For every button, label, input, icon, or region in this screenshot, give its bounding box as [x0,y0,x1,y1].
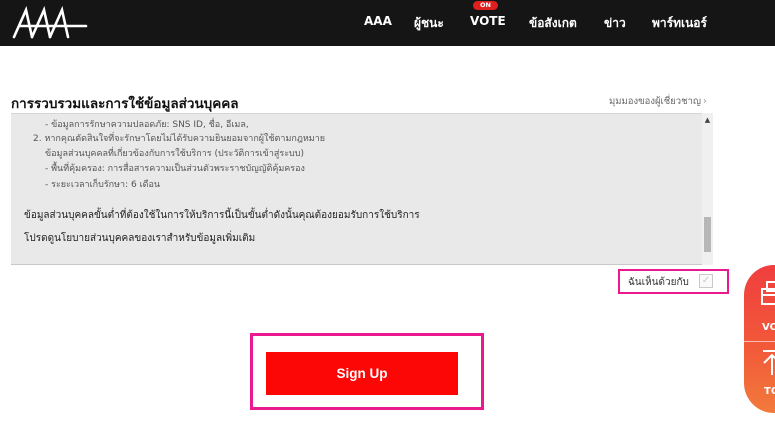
nav-item-vote[interactable]: VOTE [470,14,506,28]
agree-checkbox[interactable]: ✓ [699,274,713,288]
side-top-label: TO [764,386,775,397]
aaa-logo[interactable] [12,4,88,40]
nav-item-notes[interactable]: ข้อสังเกต [529,14,577,33]
sign-up-button[interactable]: Sign Up [266,352,458,395]
side-divider [744,341,775,342]
nav-item-aaa[interactable]: AAA [364,14,392,28]
signup-highlight: Sign Up [250,333,484,410]
side-vote-label: VO [762,322,775,333]
terms-paragraph: โปรดดูนโยบายส่วนบุคคลของเราสำหรับข้อมูลเ… [24,233,256,244]
nav-item-partners[interactable]: พาร์ทเนอร์ [652,14,707,33]
expert-view-label: มุมมองของผู้เชี่ยวชาญ [609,96,702,107]
privacy-terms-box[interactable]: - ข้อมูลการรักษาความปลอดภัย: SNS ID, ชื่… [11,113,713,265]
side-float-widget[interactable]: VO TO [744,265,775,413]
chevron-right-icon: › [703,96,707,107]
arrow-up-icon [763,350,775,375]
section-title: การรวบรวมและการใช้ข้อมูลส่วนบุคคล [11,96,239,112]
expert-view-link[interactable]: มุมมองของผู้เชี่ยวชาญ › [609,94,707,109]
terms-line: - พื้นที่คุ้มครอง: การสื่อสารความเป็นส่ว… [45,164,305,174]
terms-paragraph: ข้อมูลส่วนบุคคลขั้นต่ำที่ต้องใช้ในการให้… [24,210,420,221]
ballot-box-icon [761,281,775,305]
vote-on-badge: ON [473,1,498,10]
nav-item-news[interactable]: ข่าว [604,14,626,33]
nav-item-winners[interactable]: ผู้ชนะ [414,14,444,33]
terms-line: - ข้อมูลการรักษาความปลอดภัย: SNS ID, ชื่… [45,120,249,130]
agree-highlight: ฉันเห็นด้วยกับ ✓ [618,269,729,294]
terms-line: ข้อมูลส่วนบุคคลที่เกี่ยวข้องกับการใช้บริ… [45,149,304,159]
terms-scrollbar[interactable]: ▲ [702,113,713,265]
top-nav-bar: AAA ผู้ชนะ ON VOTE ข้อสังเกต ข่าว พาร์ทเ… [0,0,775,46]
terms-line: - ระยะเวลาเก็บรักษา: 6 เดือน [45,180,161,190]
agree-label: ฉันเห็นด้วยกับ [628,277,689,288]
terms-line: 2. หากคุณตัดสินใจที่จะรักษาโดยไม่ได้รับค… [33,134,326,144]
scroll-thumb[interactable] [704,217,711,252]
scroll-up-arrow-icon[interactable]: ▲ [702,115,713,125]
